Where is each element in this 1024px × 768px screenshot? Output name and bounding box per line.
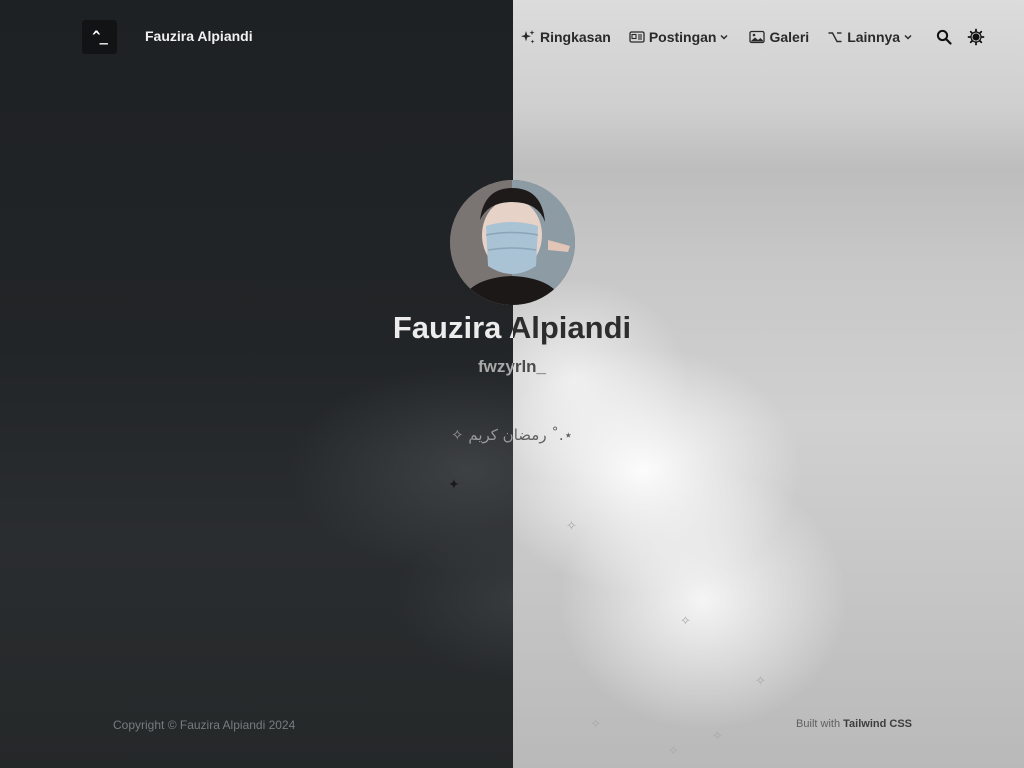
bird-silhouette: ✧ [712, 729, 723, 744]
nav-label: Postingan [648, 29, 717, 45]
nav-label: Lainnya [847, 29, 901, 45]
chevron-down-icon [719, 29, 729, 45]
option-key-icon [827, 29, 843, 45]
search-icon[interactable] [935, 28, 953, 46]
sun-icon[interactable] [967, 28, 985, 46]
nav-item-lainnya[interactable]: Lainnya [827, 29, 913, 45]
profile-bio: ✧ رمضان كريم ˚.⋆ [0, 426, 1024, 444]
profile-name: Fauzira Alpiandi [0, 310, 1024, 346]
chevron-down-icon [903, 29, 913, 45]
bird-silhouette: ✧ [668, 744, 679, 759]
bird-silhouette: ✧ [755, 674, 766, 689]
nav-item-postingan[interactable]: Postingan [629, 29, 730, 45]
main-nav: Ringkasan Postingan Galeri Lainnya [520, 26, 985, 48]
bird-silhouette: ✧ [566, 519, 577, 534]
logo-text: ^_ [92, 29, 108, 45]
bird-silhouette: ✦ [448, 477, 460, 493]
background-light-half [513, 0, 1024, 768]
bird-silhouette: ✧ [590, 717, 601, 732]
footer-built-with: Built with Tailwind CSS [796, 718, 912, 730]
photo-icon [749, 29, 766, 45]
tailwind-link[interactable]: Tailwind CSS [843, 718, 912, 730]
background-dark-half [0, 0, 513, 768]
nav-label: Galeri [769, 29, 810, 45]
profile-avatar [450, 180, 575, 305]
sparkles-icon [520, 29, 536, 45]
nav-item-ringkasan[interactable]: Ringkasan [520, 29, 611, 45]
profile-handle: fwzyrln_ [0, 357, 1024, 377]
site-name-link[interactable]: Fauzira Alpiandi [145, 28, 253, 44]
site-logo[interactable]: ^_ [82, 20, 117, 54]
built-with-prefix: Built with [796, 718, 841, 730]
newspaper-icon [629, 29, 645, 45]
nav-item-galeri[interactable]: Galeri [749, 29, 809, 45]
footer-copyright: Copyright © Fauzira Alpiandi 2024 [113, 718, 296, 732]
nav-label: Ringkasan [540, 29, 611, 45]
bird-silhouette: ✧ [680, 614, 691, 629]
